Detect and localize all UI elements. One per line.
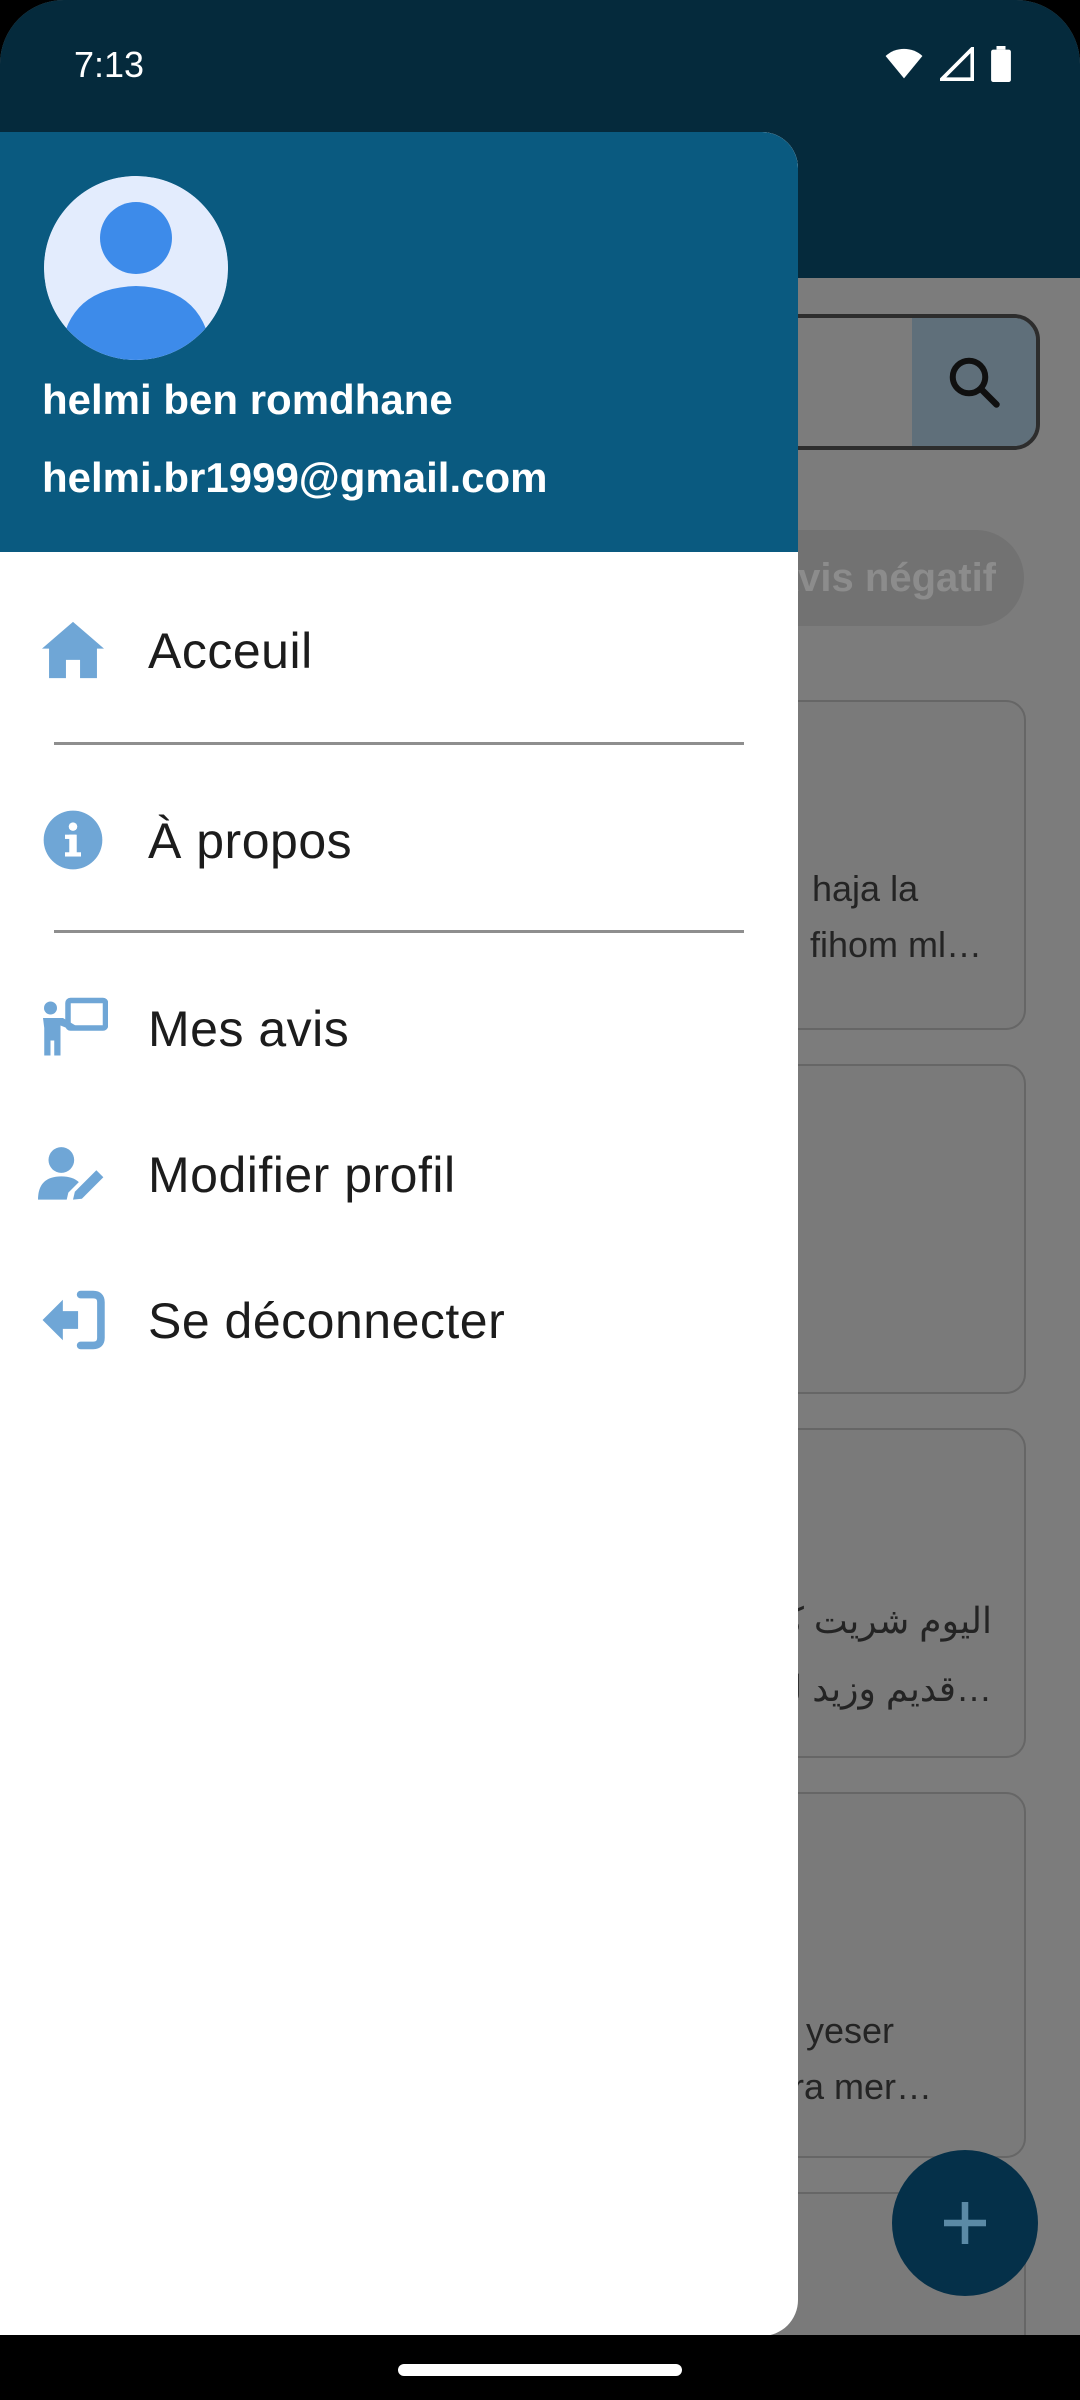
divider bbox=[54, 742, 744, 745]
menu-item-acceuil[interactable]: Acceuil bbox=[0, 576, 798, 716]
search-icon bbox=[949, 357, 1000, 408]
drawer-header: helmi ben romdhane helmi.br1999@gmail.co… bbox=[0, 132, 798, 552]
user-avatar-icon bbox=[44, 176, 228, 360]
search-button[interactable] bbox=[912, 318, 1036, 446]
menu-item-label: Modifier profil bbox=[148, 1147, 456, 1203]
status-icons bbox=[884, 46, 1012, 82]
user-name: helmi ben romdhane bbox=[42, 376, 453, 423]
navigation-drawer: helmi ben romdhane helmi.br1999@gmail.co… bbox=[0, 132, 798, 2335]
menu-item-modifier-profil[interactable]: Modifier profil bbox=[0, 1100, 798, 1240]
review-text-line: haja la bbox=[812, 868, 919, 909]
info-icon bbox=[38, 808, 108, 872]
avatar bbox=[44, 176, 228, 360]
menu-item-se-deconnecter[interactable]: Se déconnecter bbox=[0, 1246, 798, 1386]
review-text-line: fihom ml… bbox=[810, 924, 983, 965]
status-bar: 7:13 bbox=[0, 0, 1080, 130]
status-time: 7:13 bbox=[74, 44, 145, 85]
screen: Avis négatif haja la fihom ml… اليوم شري… bbox=[0, 0, 1080, 2335]
menu-item-label: À propos bbox=[148, 813, 353, 869]
menu-item-a-propos[interactable]: À propos bbox=[0, 766, 798, 906]
menu-item-label: Acceuil bbox=[148, 623, 313, 679]
gesture-nav-handle[interactable] bbox=[398, 2364, 682, 2376]
battery-icon bbox=[991, 46, 1011, 82]
presentation-icon bbox=[38, 996, 108, 1060]
logout-icon bbox=[38, 1288, 108, 1352]
user-edit-icon bbox=[38, 1142, 108, 1206]
add-review-button[interactable] bbox=[892, 2150, 1038, 2296]
home-icon bbox=[38, 618, 108, 682]
menu-item-label: Se déconnecter bbox=[148, 1293, 506, 1349]
user-email: helmi.br1999@gmail.com bbox=[42, 454, 548, 501]
plus-icon bbox=[944, 2202, 986, 2244]
menu-item-label: Mes avis bbox=[148, 1001, 350, 1057]
signal-icon bbox=[940, 47, 974, 81]
wifi-icon bbox=[885, 48, 923, 79]
menu-item-mes-avis[interactable]: Mes avis bbox=[0, 954, 798, 1094]
divider bbox=[54, 930, 744, 933]
